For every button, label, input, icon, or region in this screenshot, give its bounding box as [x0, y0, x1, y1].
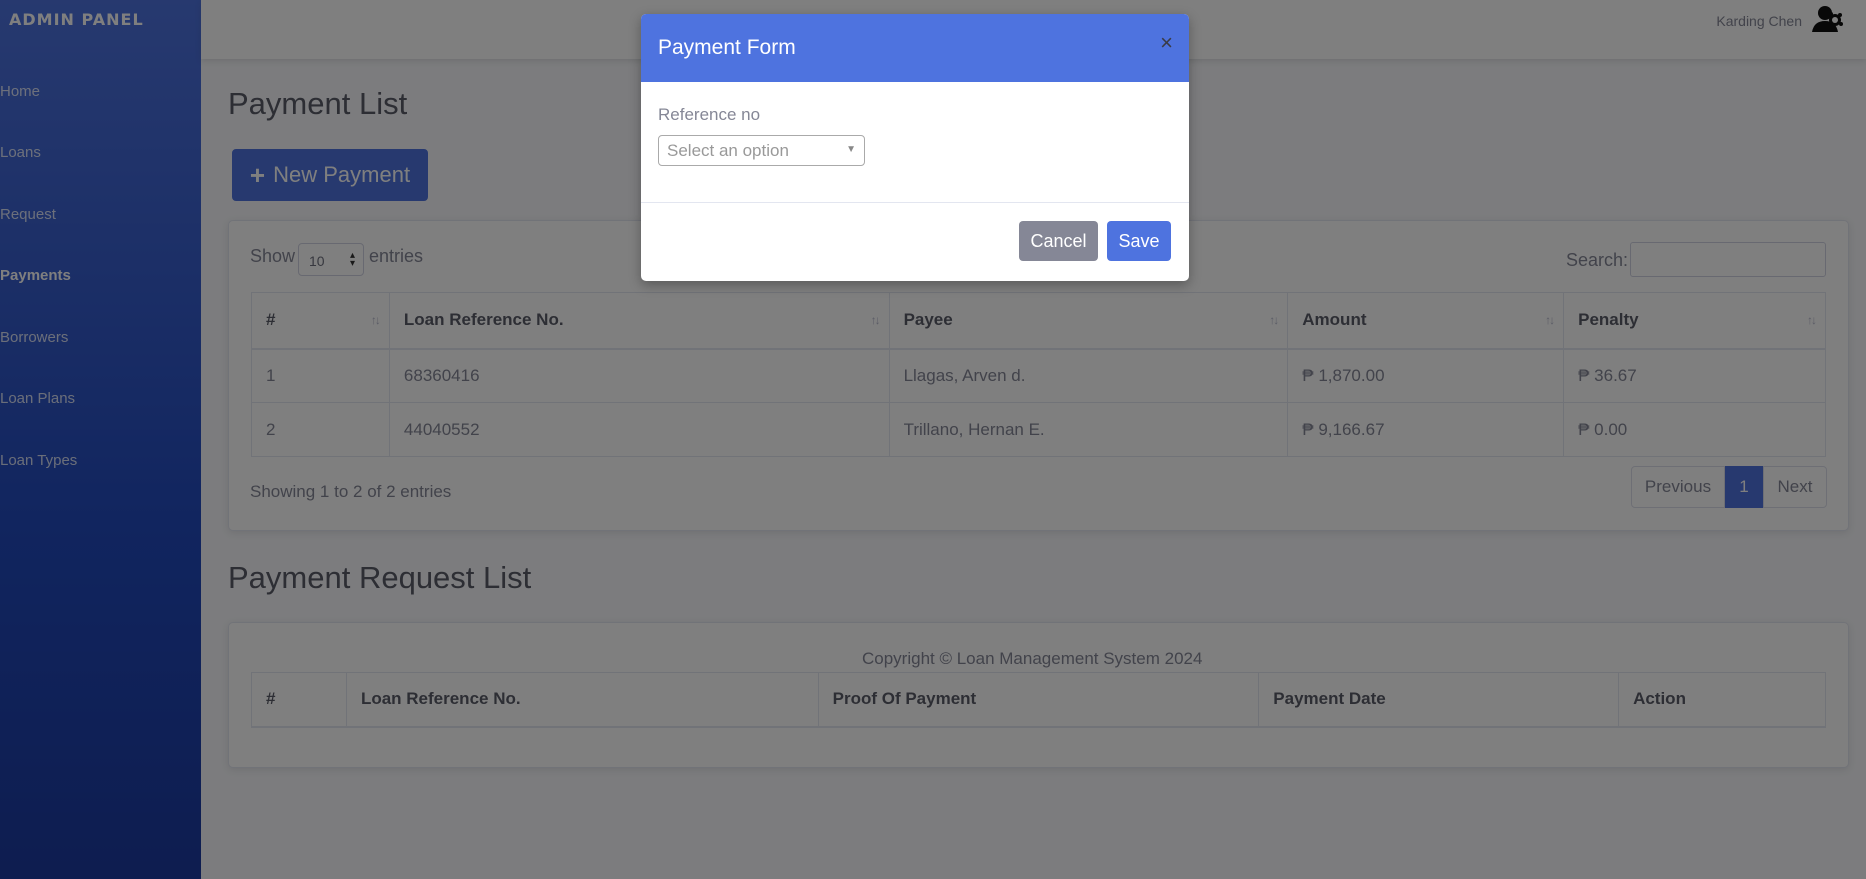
payment-form-modal: Payment Form × Reference no Select an op… [641, 14, 1189, 281]
caret-down-icon: ▼ [846, 144, 856, 155]
modal-title: Payment Form [658, 36, 796, 59]
reference-no-select[interactable]: Select an option ▼ [658, 135, 865, 166]
close-icon[interactable]: × [1160, 32, 1173, 54]
modal-divider [641, 202, 1189, 203]
save-button[interactable]: Save [1107, 221, 1171, 261]
cancel-button[interactable]: Cancel [1019, 221, 1098, 261]
reference-no-label: Reference no [658, 105, 761, 124]
modal-header: Payment Form × [641, 14, 1189, 82]
reference-no-placeholder: Select an option [667, 141, 789, 160]
